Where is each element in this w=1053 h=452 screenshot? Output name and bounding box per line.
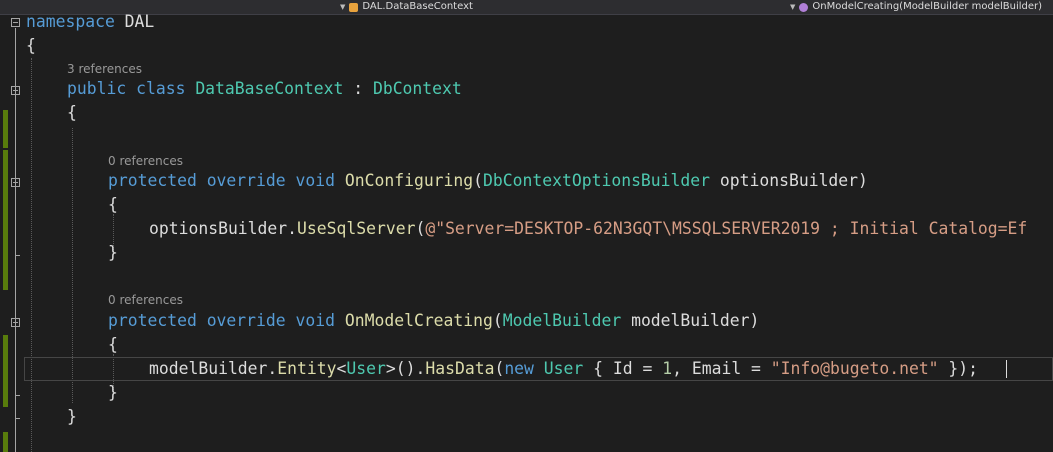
change-bar — [3, 432, 8, 452]
codelens-configuring-references[interactable]: 0 references — [108, 154, 183, 168]
code-line-brace[interactable]: { — [67, 101, 77, 125]
member-dropdown[interactable]: ▼ OnModelCreating(ModelBuilder modelBuil… — [790, 0, 1042, 14]
collapse-namespace-icon[interactable] — [11, 18, 20, 27]
code-line-brace[interactable]: } — [67, 405, 77, 429]
outline-end-tick — [15, 418, 20, 419]
member-dropdown-label: OnModelCreating(ModelBuilder modelBuilde… — [812, 1, 1043, 12]
code-line-onmodelcreating[interactable]: protected override void OnModelCreating(… — [108, 309, 759, 333]
change-bar — [3, 110, 8, 148]
navigation-bar: ▼ DAL.DataBaseContext ▼ OnModelCreating(… — [0, 0, 1053, 15]
text-caret — [1006, 360, 1007, 378]
collapse-method-icon[interactable] — [11, 178, 20, 187]
code-line-onconfiguring[interactable]: protected override void OnConfiguring(Db… — [108, 169, 868, 193]
code-line-namespace[interactable]: namespace DAL — [26, 10, 154, 34]
code-line-brace[interactable]: } — [108, 381, 118, 405]
code-line-brace[interactable]: { — [108, 333, 118, 357]
code-line-brace[interactable]: } — [108, 241, 118, 265]
code-line-usesqlserver[interactable]: optionsBuilder.UseSqlServer(@"Server=DES… — [149, 217, 1027, 241]
code-line-brace[interactable]: { — [26, 34, 36, 58]
class-dropdown[interactable]: ▼ DAL.DataBaseContext — [340, 0, 473, 14]
collapse-class-icon[interactable] — [11, 86, 20, 95]
code-line-hasdata[interactable]: modelBuilder.Entity<User>().HasData(new … — [149, 357, 978, 381]
outline-end-tick — [15, 255, 20, 256]
outline-end-tick — [15, 395, 20, 396]
change-bar — [3, 150, 8, 290]
chevron-down-icon: ▼ — [790, 3, 796, 11]
codelens-class-references[interactable]: 3 references — [67, 62, 142, 76]
codelens-modelcreating-references[interactable]: 0 references — [108, 293, 183, 307]
change-bar — [3, 335, 8, 407]
class-dropdown-label: DAL.DataBaseContext — [362, 1, 473, 12]
class-icon — [349, 2, 359, 12]
method-icon — [799, 2, 809, 12]
indent-guide — [31, 58, 32, 452]
chevron-down-icon: ▼ — [340, 3, 346, 11]
collapse-method-icon[interactable] — [11, 318, 20, 327]
code-line-class-declaration[interactable]: public class DataBaseContext : DbContext — [67, 77, 462, 101]
code-line-brace[interactable]: { — [108, 193, 118, 217]
